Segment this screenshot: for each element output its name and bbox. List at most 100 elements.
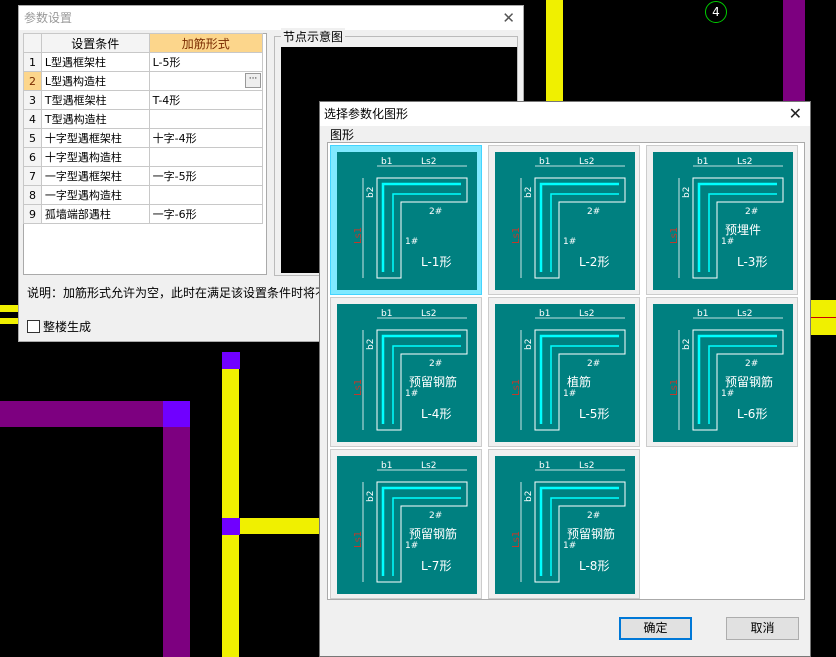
table-row[interactable]: 6 十字型遇构造柱 bbox=[23, 147, 264, 167]
shape-diagram: b1 Ls2 Ls1 b2 2# 1#L-1形 bbox=[337, 152, 477, 290]
cad-wall-purple-vert bbox=[163, 401, 190, 657]
label-b1: b1 bbox=[697, 157, 708, 167]
table-row[interactable]: 3 T型遇框架柱 T-4形 bbox=[23, 90, 264, 110]
table-row[interactable]: 7 一字型遇框架柱 一字-5形 bbox=[23, 166, 264, 186]
row-condition[interactable]: T型遇构造柱 bbox=[40, 109, 150, 129]
label-b2: b2 bbox=[682, 187, 692, 198]
whole-floor-label: 整楼生成 bbox=[43, 320, 92, 334]
row-condition[interactable]: 一字型遇框架柱 bbox=[40, 166, 150, 186]
tile-background bbox=[337, 152, 477, 290]
row-rebar-selected[interactable]: ··· bbox=[148, 71, 264, 91]
table-row[interactable]: 4 T型遇构造柱 bbox=[23, 109, 264, 129]
row-rebar[interactable] bbox=[148, 185, 264, 205]
row-condition[interactable]: 孤墙端部遇柱 bbox=[40, 204, 150, 224]
label-ls1: Ls1 bbox=[511, 379, 522, 396]
label-ls2: Ls2 bbox=[579, 157, 594, 167]
shape-diagram: b1 Ls2 Ls1 b2 2# 1#预留钢筋 L-4形 bbox=[337, 304, 477, 442]
label-b1: b1 bbox=[539, 309, 550, 319]
label-2#: 2# bbox=[429, 359, 442, 369]
label-1#: 1# bbox=[405, 541, 418, 551]
tile-name: L-6形 bbox=[737, 407, 767, 421]
table-row[interactable]: 5 十字型遇框架柱 十字-4形 bbox=[23, 128, 264, 148]
label-extra: 预留钢筋 bbox=[409, 526, 457, 541]
shape-tile-L-4形[interactable]: b1 Ls2 Ls1 b2 2# 1# 预留钢筋 L-4形 bbox=[330, 297, 482, 447]
shape-tile-L-5形[interactable]: b1 Ls2 Ls1 b2 2# 1# 植筋 L-5形 bbox=[488, 297, 640, 447]
shape-tile-L-1形[interactable]: b1 Ls2 Ls1 b2 2# 1# L-1形 bbox=[330, 145, 482, 295]
row-rebar[interactable]: T-4形 bbox=[148, 90, 264, 110]
table-row[interactable]: 9 孤墙端部遇柱 一字-6形 bbox=[23, 204, 264, 224]
row-condition[interactable]: T型遇框架柱 bbox=[40, 90, 150, 110]
label-ls2: Ls2 bbox=[737, 309, 752, 319]
row-rebar[interactable]: 十字-4形 bbox=[148, 128, 264, 148]
tile-name: L-8形 bbox=[579, 559, 609, 573]
tile-background bbox=[337, 456, 477, 594]
row-rebar[interactable]: 一字-6形 bbox=[148, 204, 264, 224]
checkbox-box[interactable] bbox=[27, 320, 40, 333]
label-1#: 1# bbox=[405, 389, 418, 399]
label-ls1: Ls1 bbox=[669, 379, 680, 396]
label-extra: 预埋件 bbox=[725, 223, 761, 237]
label-1#: 1# bbox=[563, 237, 576, 247]
shape-tile-L-2形[interactable]: b1 Ls2 Ls1 b2 2# 1# L-2形 bbox=[488, 145, 640, 295]
label-b2: b2 bbox=[682, 339, 692, 350]
label-ls1: Ls1 bbox=[511, 531, 522, 548]
label-1#: 1# bbox=[405, 237, 418, 247]
cad-wall-yellow-strip2 bbox=[0, 318, 18, 324]
row-condition[interactable]: L型遇构造柱 bbox=[40, 71, 150, 91]
cancel-button[interactable]: 取消 bbox=[726, 617, 799, 640]
label-b1: b1 bbox=[381, 461, 392, 471]
tile-background bbox=[495, 304, 635, 442]
param-window-titlebar[interactable]: 参数设置 ✕ bbox=[19, 6, 523, 30]
column-header-condition[interactable]: 设置条件 bbox=[40, 33, 150, 53]
label-b2: b2 bbox=[524, 491, 534, 502]
shape-tile-L-7形[interactable]: b1 Ls2 Ls1 b2 2# 1# 预留钢筋 L-7形 bbox=[330, 449, 482, 599]
row-number: 8 bbox=[23, 185, 42, 205]
label-ls2: Ls2 bbox=[579, 309, 594, 319]
shape-tile-L-8形[interactable]: b1 Ls2 Ls1 b2 2# 1# 预留钢筋 L-8形 bbox=[488, 449, 640, 599]
tile-background bbox=[653, 304, 793, 442]
whole-floor-checkbox[interactable]: 整楼生成 bbox=[27, 318, 91, 335]
shape-dialog-titlebar[interactable]: 选择参数化图形 ✕ bbox=[320, 102, 810, 126]
row-rebar[interactable] bbox=[148, 109, 264, 129]
row-rebar[interactable] bbox=[148, 147, 264, 167]
row-condition[interactable]: 十字型遇构造柱 bbox=[40, 147, 150, 167]
shape-tile-L-3形[interactable]: b1 Ls2 Ls1 b2 2# 1# 预埋件 L-3形 bbox=[646, 145, 798, 295]
row-rebar[interactable]: L-5形 bbox=[148, 52, 264, 72]
shape-diagram: b1 Ls2 Ls1 b2 2# 1#预留钢筋 L-7形 bbox=[337, 456, 477, 594]
description-text: 说明：加筋形式允许为空，此时在满足该设置条件时将不 bbox=[27, 286, 325, 300]
settings-table: 设置条件 加筋形式 1 L型遇框架柱 L-5形 2 L型遇构造柱 ··· 3 T型遇框架柱… bbox=[23, 33, 264, 224]
label-1#: 1# bbox=[721, 389, 734, 399]
cad-column-purple-small2 bbox=[222, 518, 240, 535]
label-b1: b1 bbox=[539, 157, 550, 167]
ok-button[interactable]: 确定 bbox=[619, 617, 692, 640]
cad-line-right bbox=[811, 317, 836, 318]
label-ls1: Ls1 bbox=[353, 379, 364, 396]
cad-wall-yellow-vert-left bbox=[222, 352, 239, 657]
shape-tile-L-6形[interactable]: b1 Ls2 Ls1 b2 2# 1# 预留钢筋 L-6形 bbox=[646, 297, 798, 447]
label-2#: 2# bbox=[745, 359, 758, 369]
param-window-title: 参数设置 bbox=[24, 11, 73, 25]
close-icon[interactable]: ✕ bbox=[502, 6, 515, 30]
tile-name: L-3形 bbox=[737, 255, 767, 269]
node-diagram-label: 节点示意图 bbox=[281, 28, 346, 45]
label-extra: 预留钢筋 bbox=[409, 374, 457, 389]
table-row[interactable]: 1 L型遇框架柱 L-5形 bbox=[23, 52, 264, 72]
label-ls2: Ls2 bbox=[421, 157, 436, 167]
close-icon[interactable]: ✕ bbox=[789, 102, 802, 126]
shape-diagram: b1 Ls2 Ls1 b2 2# 1#植筋 L-5形 bbox=[495, 304, 635, 442]
column-header-rebar[interactable]: 加筋形式 bbox=[148, 33, 264, 53]
label-ls1: Ls1 bbox=[353, 531, 364, 548]
row-rebar[interactable]: 一字-5形 bbox=[148, 166, 264, 186]
label-ls2: Ls2 bbox=[579, 461, 594, 471]
row-condition[interactable]: L型遇框架柱 bbox=[40, 52, 150, 72]
label-ls1: Ls1 bbox=[511, 227, 522, 244]
shape-group-label: 图形 bbox=[330, 128, 355, 142]
row-condition[interactable]: 十字型遇框架柱 bbox=[40, 128, 150, 148]
browse-button[interactable]: ··· bbox=[245, 73, 261, 88]
table-row[interactable]: 8 一字型遇构造柱 bbox=[23, 185, 264, 205]
table-row[interactable]: 2 L型遇构造柱 ··· bbox=[23, 71, 264, 91]
row-condition[interactable]: 一字型遇构造柱 bbox=[40, 185, 150, 205]
label-2#: 2# bbox=[587, 207, 600, 217]
label-2#: 2# bbox=[429, 207, 442, 217]
row-number: 7 bbox=[23, 166, 42, 186]
